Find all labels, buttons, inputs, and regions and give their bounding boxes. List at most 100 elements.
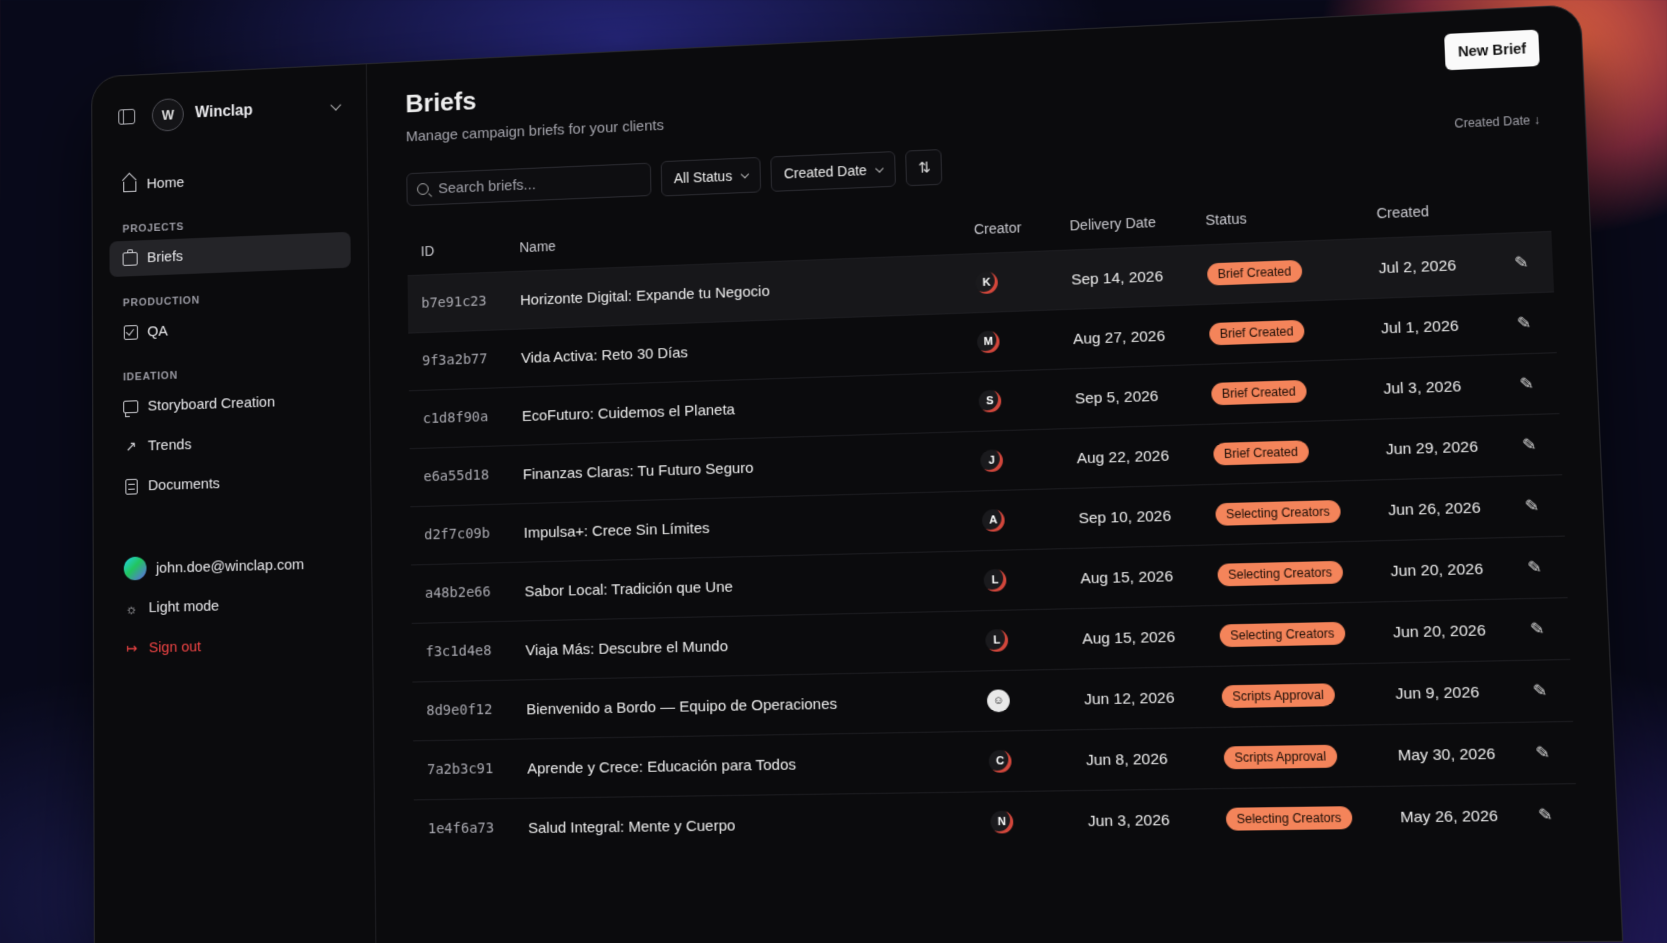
edit-pencil-icon[interactable]: ✎ <box>1524 498 1539 516</box>
edit-pencil-icon[interactable]: ✎ <box>1535 744 1550 762</box>
brief-id: 9f3a2b77 <box>408 329 508 391</box>
edit-pencil-icon[interactable]: ✎ <box>1519 376 1534 394</box>
column-header-status[interactable]: Status <box>1190 190 1363 246</box>
sort-toggle-button[interactable]: ⇅ <box>905 149 943 187</box>
actions-cell: ✎ <box>1511 536 1568 599</box>
status-badge: Brief Created <box>1211 379 1307 406</box>
creator-cell: L <box>970 608 1069 672</box>
edit-pencil-icon[interactable]: ✎ <box>1538 807 1553 825</box>
column-header-delivery[interactable]: Delivery Date <box>1055 197 1192 251</box>
creator-avatar[interactable]: J <box>980 449 1004 473</box>
sidebar-item-label: Trends <box>147 436 192 455</box>
status-badge: Brief Created <box>1208 319 1305 346</box>
creator-avatar[interactable]: C <box>988 749 1012 773</box>
brief-name[interactable]: Sabor Local: Tradición que Une <box>510 551 971 622</box>
creator-avatar[interactable]: N <box>990 810 1014 834</box>
creator-cell: N <box>975 790 1075 853</box>
sidebar-toggle-icon[interactable] <box>118 108 136 125</box>
creator-avatar[interactable]: M <box>976 330 1000 354</box>
actions-cell: ✎ <box>1516 659 1574 723</box>
light-mode-toggle[interactable]: ☼ Light mode <box>111 585 355 627</box>
edit-pencil-icon[interactable]: ✎ <box>1514 254 1529 272</box>
column-header-created[interactable]: Created <box>1361 184 1498 239</box>
creator-cell: C <box>973 729 1073 793</box>
edit-pencil-icon[interactable]: ✎ <box>1532 682 1547 700</box>
status-filter-dropdown[interactable]: All Status <box>660 156 762 197</box>
sidebar-item-home[interactable]: Home <box>109 157 350 203</box>
delivery-date: Aug 27, 2026 <box>1057 304 1196 370</box>
creator-avatar[interactable]: L <box>985 629 1009 652</box>
created-date: May 30, 2026 <box>1381 722 1522 787</box>
actions-cell: ✎ <box>1518 721 1576 785</box>
created-date: Jun 20, 2026 <box>1374 537 1514 602</box>
sidebar-item-label: Home <box>146 174 185 193</box>
edit-pencil-icon[interactable]: ✎ <box>1517 315 1532 333</box>
status-cell: Scripts Approval <box>1208 724 1385 789</box>
created-date: May 26, 2026 <box>1384 784 1525 848</box>
workspace-logo: W <box>151 97 184 132</box>
created-date: Jun 29, 2026 <box>1369 415 1509 481</box>
status-cell: Selecting Creators <box>1201 540 1377 606</box>
main-content: Briefs Manage campaign briefs for your c… <box>367 5 1622 943</box>
brief-id: a48b2e66 <box>411 562 512 624</box>
date-filter-label: Created Date <box>783 162 868 182</box>
edit-pencil-icon[interactable]: ✎ <box>1530 621 1545 639</box>
brief-id: 7a2b3c91 <box>413 739 514 800</box>
brief-name[interactable]: Viaja Más: Descubre el Mundo <box>511 610 972 681</box>
status-cell: Scripts Approval <box>1206 663 1382 728</box>
brief-id: 8d9e0f12 <box>412 680 514 741</box>
sign-out-label: Sign out <box>148 638 202 657</box>
delivery-date: Sep 5, 2026 <box>1059 364 1198 429</box>
checkbox-icon <box>123 325 138 340</box>
created-date: Jun 9, 2026 <box>1379 660 1519 725</box>
creator-avatar[interactable]: L <box>983 568 1007 592</box>
search-input[interactable] <box>436 170 641 198</box>
brief-name[interactable]: Bienvenido a Bordo — Equipo de Operacion… <box>512 671 974 740</box>
briefcase-icon-wrap <box>122 251 138 267</box>
created-date: Jun 20, 2026 <box>1376 598 1517 664</box>
delivery-date: Jun 8, 2026 <box>1070 727 1211 791</box>
workspace-switcher[interactable]: W Winclap <box>109 90 349 134</box>
creator-avatar[interactable]: ☺ <box>986 689 1011 713</box>
status-cell: Brief Created <box>1195 358 1370 425</box>
creator-cell: J <box>965 428 1064 492</box>
search-icon <box>417 182 429 196</box>
edit-pencil-icon[interactable]: ✎ <box>1522 437 1537 455</box>
sign-out-button[interactable]: ↦ Sign out <box>111 625 355 667</box>
sidebar-item-qa[interactable]: QA <box>110 306 352 351</box>
status-badge: Scripts Approval <box>1221 683 1335 709</box>
checkbox-icon-wrap <box>123 325 138 341</box>
created-date: Jun 26, 2026 <box>1372 476 1512 541</box>
column-header-id[interactable]: ID <box>407 224 506 275</box>
brief-id: b7e91c23 <box>407 271 507 334</box>
date-filter-dropdown[interactable]: Created Date <box>770 151 897 192</box>
home-icon-wrap <box>122 177 137 193</box>
creator-avatar[interactable]: K <box>975 271 999 295</box>
sidebar-item-label: Briefs <box>146 248 184 266</box>
brief-id: f3c1d4e8 <box>411 621 513 683</box>
search-box[interactable] <box>406 162 652 207</box>
chevron-down-icon[interactable] <box>330 99 342 111</box>
creator-avatar[interactable]: A <box>981 508 1005 532</box>
status-badge: Selecting Creators <box>1225 806 1353 831</box>
creator-avatar[interactable]: S <box>978 389 1002 413</box>
creator-cell: ☺ <box>971 669 1071 732</box>
avatar <box>123 556 147 581</box>
user-email: john.doe@winclap.com <box>155 555 305 577</box>
sidebar-item-documents[interactable]: Documents <box>110 462 353 505</box>
column-header-creator[interactable]: Creator <box>959 202 1056 254</box>
sort-arrows-icon: ⇅ <box>917 159 931 177</box>
sidebar-item-storyboard[interactable]: Storyboard Creation <box>110 381 352 425</box>
brief-name[interactable]: Salud Integral: Mente y Cuerpo <box>513 792 977 858</box>
user-account[interactable]: john.doe@winclap.com <box>111 541 355 590</box>
document-icon <box>124 478 138 495</box>
sidebar-item-trends[interactable]: ↗ Trends <box>110 422 353 466</box>
status-cell: Selecting Creators <box>1210 786 1387 850</box>
new-brief-button[interactable]: New Brief <box>1444 29 1540 71</box>
delivery-date: Sep 14, 2026 <box>1056 245 1194 310</box>
brief-name[interactable]: Aprende y Crece: Educación para Todos <box>513 731 976 799</box>
edit-pencil-icon[interactable]: ✎ <box>1527 559 1542 577</box>
actions-cell: ✎ <box>1500 291 1557 355</box>
actions-cell: ✎ <box>1503 352 1560 416</box>
creator-cell: A <box>966 488 1066 552</box>
